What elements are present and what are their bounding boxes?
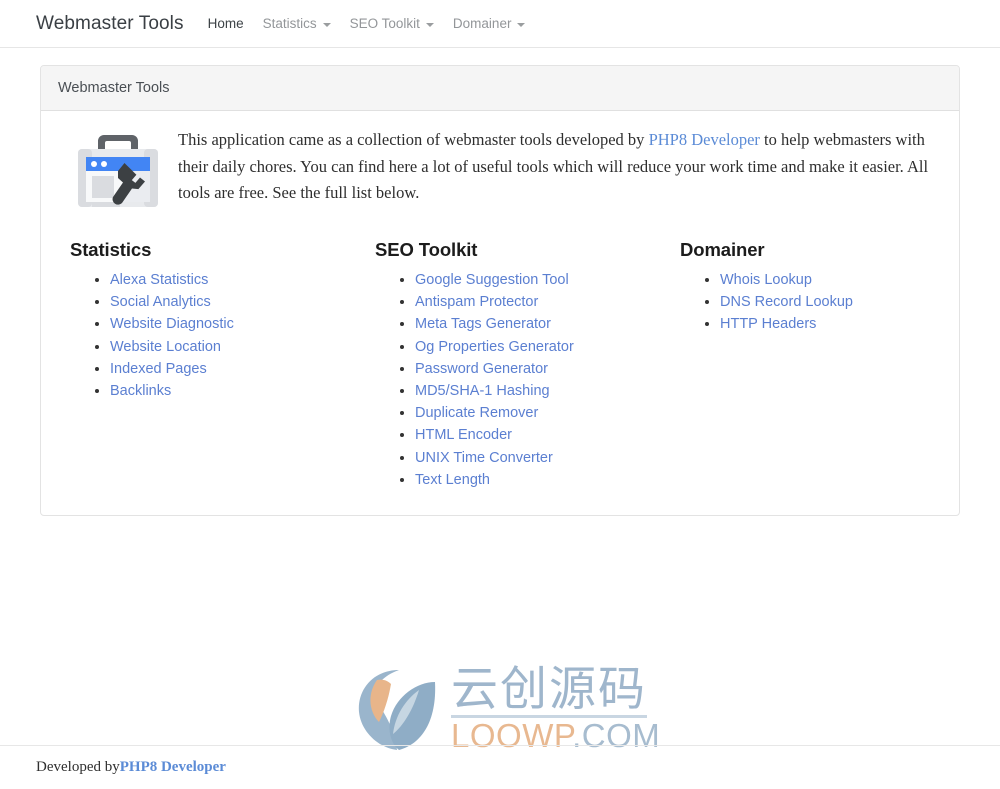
nav-item-seo-toolkit[interactable]: SEO Toolkit <box>350 14 434 33</box>
card-header: Webmaster Tools <box>41 66 959 111</box>
list-item: Social Analytics <box>110 291 363 313</box>
link-html-encoder[interactable]: HTML Encoder <box>415 427 512 443</box>
list-item: Duplicate Remover <box>415 402 668 424</box>
link-whois-lookup[interactable]: Whois Lookup <box>720 272 812 288</box>
main-card: Webmaster Tools This application came as… <box>40 65 960 517</box>
nav-item-statistics[interactable]: Statistics <box>263 14 331 33</box>
column-statistics: Statistics Alexa Statistics Social Analy… <box>58 239 363 491</box>
nav-item-home[interactable]: Home <box>208 14 244 33</box>
link-dns-record-lookup[interactable]: DNS Record Lookup <box>720 294 853 310</box>
list-item: UNIX Time Converter <box>415 447 668 469</box>
page-footer: Developed by PHP8 Developer <box>0 745 1000 789</box>
link-google-suggestion-tool[interactable]: Google Suggestion Tool <box>415 272 569 288</box>
webmaster-toolbox-icon <box>78 135 158 207</box>
list-item: Meta Tags Generator <box>415 313 668 335</box>
list-item: Google Suggestion Tool <box>415 269 668 291</box>
list-item: DNS Record Lookup <box>720 291 973 313</box>
link-list-seo-toolkit: Google Suggestion Tool Antispam Protecto… <box>375 269 668 491</box>
list-item: Whois Lookup <box>720 269 973 291</box>
nav-items: Home Statistics SEO Toolkit Domainer <box>208 14 526 33</box>
watermark-chinese: 云创源码 <box>451 661 647 717</box>
chevron-down-icon <box>322 22 331 27</box>
list-item: Og Properties Generator <box>415 336 668 358</box>
brand-link[interactable]: Webmaster Tools <box>36 13 184 35</box>
php8-developer-link[interactable]: PHP8 Developer <box>649 130 760 149</box>
link-meta-tags-generator[interactable]: Meta Tags Generator <box>415 316 551 332</box>
list-item: Alexa Statistics <box>110 269 363 291</box>
toolbox-icon-wrap <box>58 127 178 211</box>
column-heading-domainer: Domainer <box>680 239 765 260</box>
nav-item-statistics-label: Statistics <box>262 16 317 31</box>
list-item: MD5/SHA-1 Hashing <box>415 380 668 402</box>
list-item: Website Location <box>110 336 363 358</box>
link-password-generator[interactable]: Password Generator <box>415 361 548 377</box>
link-md5-sha1-hashing[interactable]: MD5/SHA-1 Hashing <box>415 383 550 399</box>
column-domainer: Domainer Whois Lookup DNS Record Lookup … <box>668 239 973 491</box>
intro-row: This application came as a collection of… <box>58 127 942 211</box>
link-backlinks[interactable]: Backlinks <box>110 383 171 399</box>
list-item: Password Generator <box>415 358 668 380</box>
watermark-divider <box>451 715 647 719</box>
list-item: Website Diagnostic <box>110 313 363 335</box>
link-duplicate-remover[interactable]: Duplicate Remover <box>415 405 538 421</box>
link-indexed-pages[interactable]: Indexed Pages <box>110 361 207 377</box>
list-item: Backlinks <box>110 380 363 402</box>
link-antispam-protector[interactable]: Antispam Protector <box>415 294 538 310</box>
link-text-length[interactable]: Text Length <box>415 472 490 488</box>
link-http-headers[interactable]: HTTP Headers <box>720 316 816 332</box>
nav-item-domainer-label: Domainer <box>452 16 512 31</box>
intro-text-before: This application came as a collection of… <box>178 130 649 149</box>
list-item: HTML Encoder <box>415 424 668 446</box>
tool-columns: Statistics Alexa Statistics Social Analy… <box>58 239 942 491</box>
column-heading-seo-toolkit: SEO Toolkit <box>375 239 478 260</box>
nav-item-home-label: Home <box>207 16 244 31</box>
link-unix-time-converter[interactable]: UNIX Time Converter <box>415 450 553 466</box>
link-list-domainer: Whois Lookup DNS Record Lookup HTTP Head… <box>680 269 973 336</box>
link-og-properties-generator[interactable]: Og Properties Generator <box>415 339 574 355</box>
link-list-statistics: Alexa Statistics Social Analytics Websit… <box>70 269 363 402</box>
list-item: Indexed Pages <box>110 358 363 380</box>
intro-paragraph: This application came as a collection of… <box>178 127 942 207</box>
footer-prefix: Developed by <box>36 759 120 775</box>
footer-php8-developer-link[interactable]: PHP8 Developer <box>120 759 226 776</box>
link-alexa-statistics[interactable]: Alexa Statistics <box>110 272 208 288</box>
link-social-analytics[interactable]: Social Analytics <box>110 294 211 310</box>
nav-item-domainer[interactable]: Domainer <box>453 14 526 33</box>
list-item: Antispam Protector <box>415 291 668 313</box>
list-item: Text Length <box>415 469 668 491</box>
chevron-down-icon <box>425 22 434 27</box>
link-website-diagnostic[interactable]: Website Diagnostic <box>110 316 234 332</box>
card-body: This application came as a collection of… <box>41 111 959 515</box>
watermark-text: 云创源码 LOOWP.COM <box>451 661 660 752</box>
list-item: HTTP Headers <box>720 313 973 335</box>
link-website-location[interactable]: Website Location <box>110 339 221 355</box>
nav-item-seo-toolkit-label: SEO Toolkit <box>349 16 420 31</box>
chevron-down-icon <box>517 22 526 27</box>
column-heading-statistics: Statistics <box>70 239 152 260</box>
top-navbar: Webmaster Tools Home Statistics SEO Tool… <box>0 0 1000 48</box>
column-seo-toolkit: SEO Toolkit Google Suggestion Tool Antis… <box>363 239 668 491</box>
